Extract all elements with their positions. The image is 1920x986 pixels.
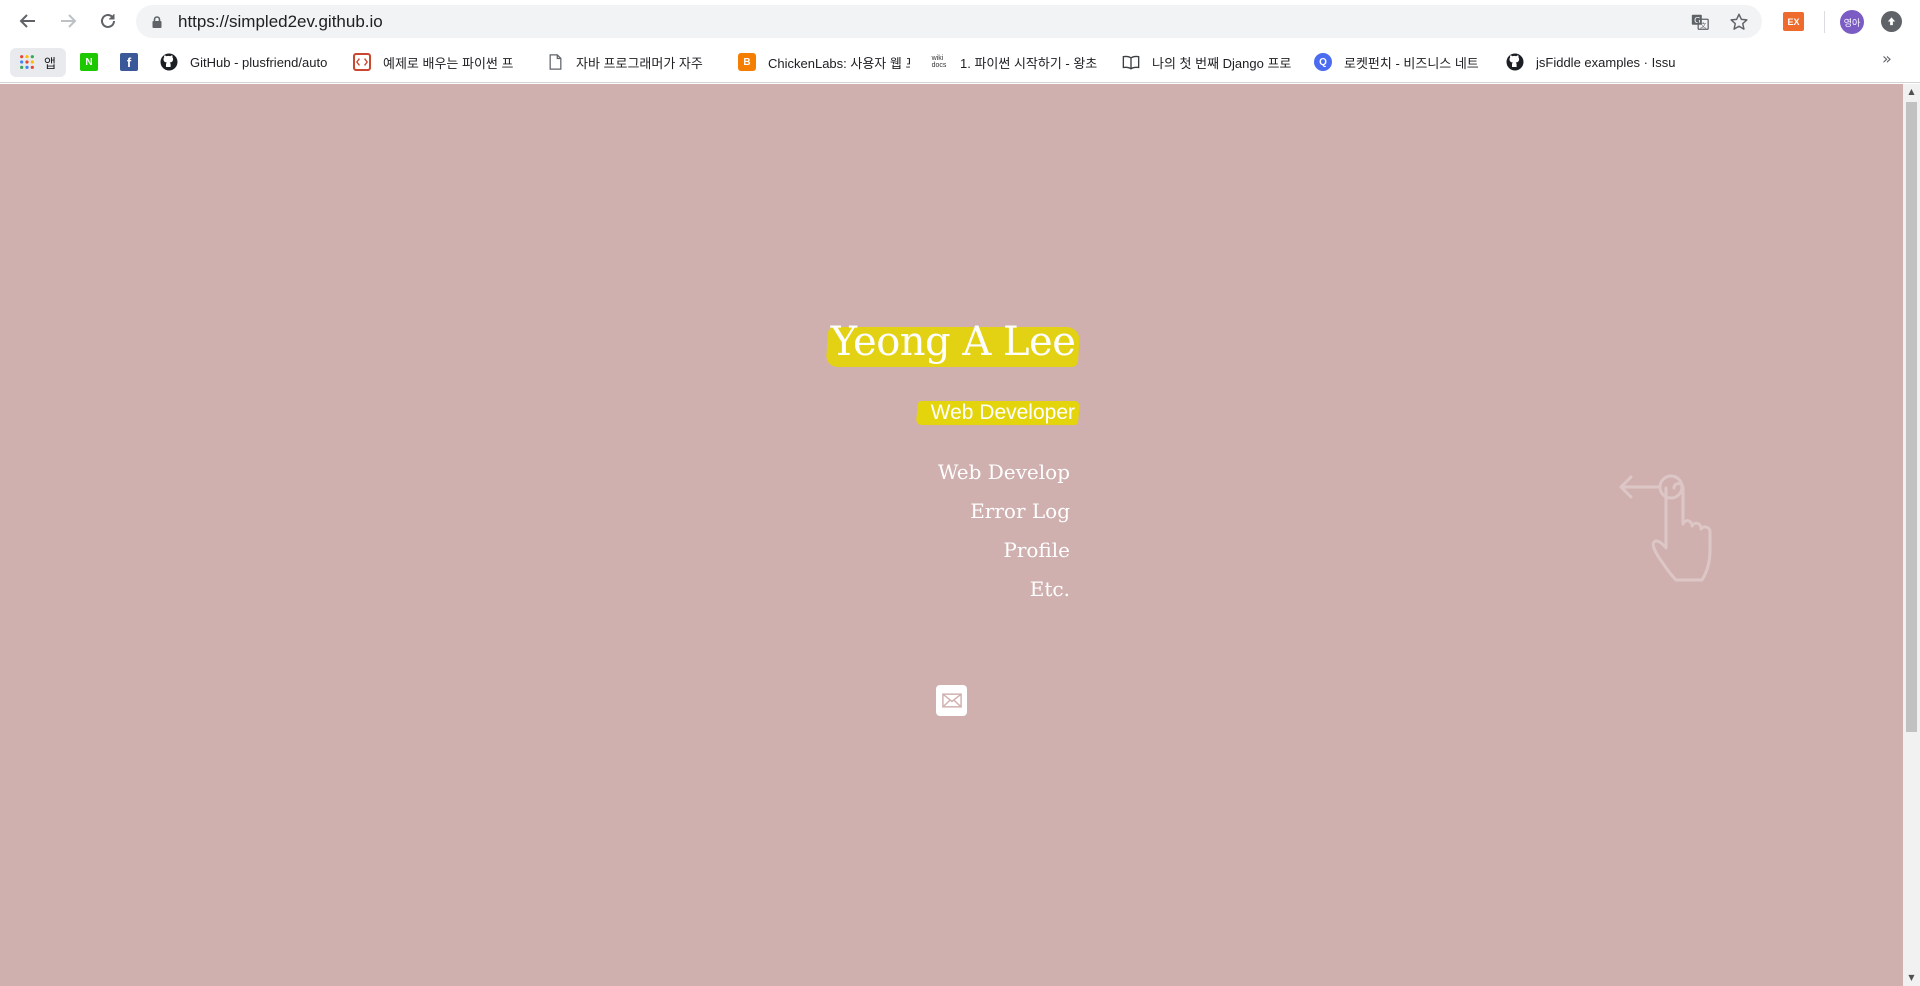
url-text: https://simpled2ev.github.io (178, 12, 383, 31)
bookmark-java-faq[interactable]: 자바 프로그래머가 자주 (546, 49, 710, 75)
apps-grid-icon (18, 53, 36, 71)
page-title: Yeong A Lee (830, 319, 1076, 365)
menu-item-error-log[interactable]: Error Log (938, 498, 1070, 537)
github-icon (160, 53, 178, 71)
bookmark-label: 예제로 배우는 파이썬 프 (383, 55, 514, 71)
lock-icon (152, 16, 162, 28)
name-heading-block: Yeong A Lee (825, 319, 1081, 371)
mail-icon[interactable] (936, 685, 967, 716)
swipe-left-hand-icon (1619, 474, 1712, 582)
forward-arrow-icon (61, 14, 77, 28)
bookmark-label: jsFiddle examples · Issue (1536, 54, 1676, 70)
scroll-down-arrow-icon[interactable]: ▼ (1907, 973, 1916, 982)
bookmark-label: GitHub - plusfriend/auto (190, 54, 328, 70)
bookmark-rocketpunch[interactable]: Q 로켓펀치 - 비즈니스 네트 (1314, 49, 1488, 75)
back-arrow-icon (19, 14, 35, 28)
main-menu: Web Develop Error Log Profile Etc. (938, 459, 1070, 615)
bookmark-python-examples[interactable]: 예제로 배우는 파이썬 프 (353, 49, 521, 75)
role-subtitle: Web Developer (930, 401, 1075, 424)
bookmark-apps[interactable]: 앱 (18, 49, 64, 75)
bookmark-label: 자바 프로그래머가 자주 (576, 55, 703, 71)
bookmark-github-plusfriend[interactable]: GitHub - plusfriend/auto (160, 49, 330, 75)
update-icon[interactable] (1881, 11, 1902, 32)
facebook-icon: f (120, 53, 138, 71)
bookmark-chickenlabs[interactable]: B ChickenLabs: 사용자 웹 프 (738, 49, 910, 75)
address-bar[interactable]: https://simpled2ev.github.io G文 (136, 5, 1762, 38)
scroll-up-arrow-icon[interactable]: ▲ (1907, 87, 1916, 96)
forward-button[interactable] (55, 8, 81, 34)
toolbar-divider (1824, 11, 1825, 33)
bookmark-naver[interactable]: N (80, 49, 102, 75)
bookmark-star-icon[interactable] (1728, 11, 1750, 33)
bookmark-django[interactable]: 나의 첫 번째 Django 프로 (1122, 49, 1296, 75)
scroll-thumb[interactable] (1906, 102, 1917, 732)
bookmark-facebook[interactable]: f (120, 49, 142, 75)
github-icon (1506, 53, 1524, 71)
back-button[interactable] (15, 8, 41, 34)
bookmark-label: 나의 첫 번째 Django 프로 (1152, 55, 1292, 71)
wikidocs-icon: wiki docs (931, 55, 947, 69)
translate-icon[interactable]: G文 (1689, 11, 1711, 33)
code-bracket-icon (353, 53, 371, 71)
more-bookmarks-chevron-icon[interactable]: » (1882, 49, 1892, 68)
reload-icon (101, 13, 115, 28)
bookmark-label: 1. 파이썬 시작하기 - 왕초 (960, 55, 1098, 71)
browser-toolbar: https://simpled2ev.github.io G文 EX 영아 (0, 0, 1920, 43)
page-viewport: Yeong A Lee Web Developer Web Develop Er… (0, 84, 1903, 986)
menu-item-etc[interactable]: Etc. (938, 576, 1070, 615)
book-icon (1122, 53, 1140, 71)
svg-text:文: 文 (1700, 20, 1707, 29)
reload-button[interactable] (95, 8, 121, 34)
menu-item-web-develop[interactable]: Web Develop (938, 459, 1070, 498)
document-icon (546, 53, 564, 71)
naver-icon: N (80, 53, 98, 71)
bookmark-label: 로켓펀치 - 비즈니스 네트 (1344, 55, 1479, 71)
profile-avatar[interactable]: 영아 (1840, 10, 1864, 34)
extension-ex-icon[interactable]: EX (1783, 12, 1804, 31)
menu-item-profile[interactable]: Profile (938, 537, 1070, 576)
bookmark-label: ChickenLabs: 사용자 웹 프 (768, 55, 910, 71)
bookmark-label: 앱 (44, 55, 56, 71)
bookmark-jsfiddle-issues[interactable]: jsFiddle examples · Issue (1506, 49, 1676, 75)
bookmarks-bar: 앱 N f GitHub - plusfriend/auto 예제로 배우는 파… (0, 43, 1920, 83)
rocketpunch-icon: Q (1314, 53, 1332, 71)
role-block: Web Developer (915, 399, 1081, 427)
blogger-icon: B (738, 53, 756, 71)
vertical-scrollbar[interactable]: ▲ ▼ (1903, 84, 1920, 986)
bookmark-wikidocs[interactable]: wiki docs 1. 파이썬 시작하기 - 왕초 (930, 49, 1102, 75)
